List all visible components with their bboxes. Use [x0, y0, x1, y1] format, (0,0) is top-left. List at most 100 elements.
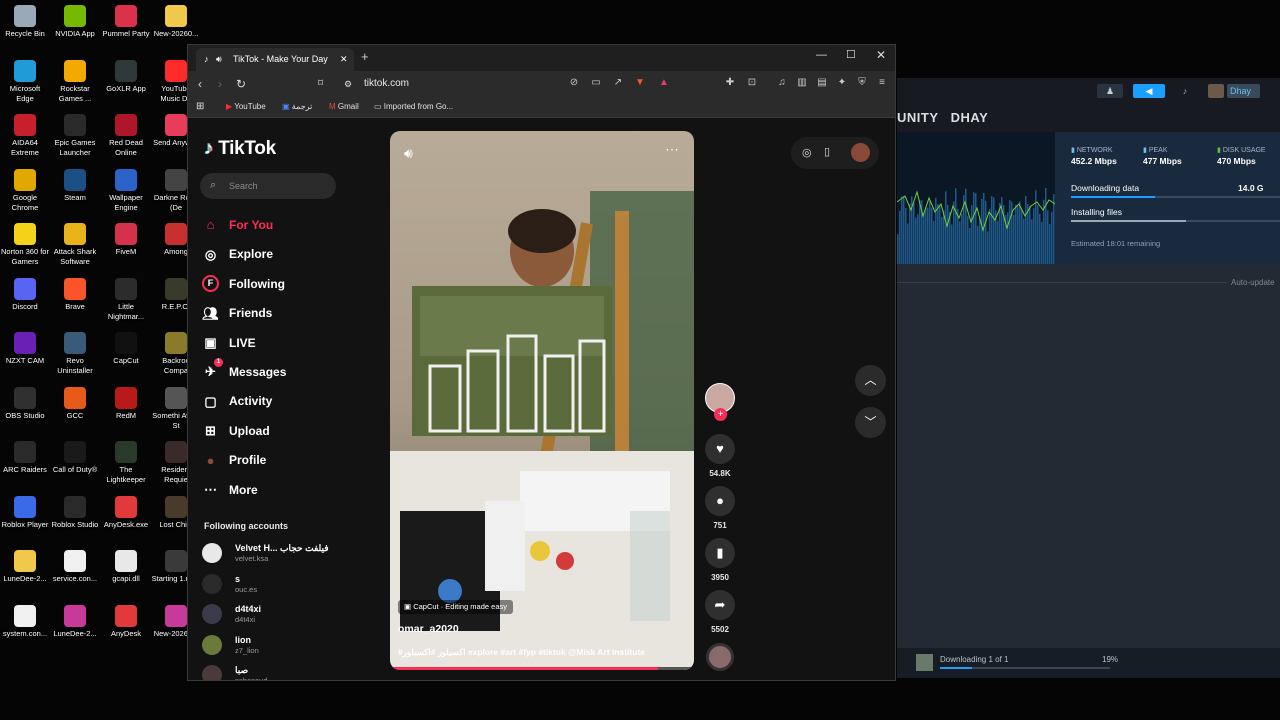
desktop-icon[interactable]: LuneDee-2...	[0, 550, 50, 584]
desktop-icon[interactable]: Pummel Party	[101, 5, 151, 39]
profile-avatar[interactable]	[851, 143, 870, 162]
sidebar-icon[interactable]: ▥	[796, 77, 808, 89]
desktop-icon[interactable]: Red Dead Online	[101, 114, 151, 158]
announcement-button[interactable]: ◀	[1133, 84, 1165, 98]
desktop-icon[interactable]: GCC	[50, 386, 100, 421]
desktop-icon[interactable]: GoXLR App	[101, 59, 151, 94]
bookmark-page-icon[interactable]: ⌑	[318, 77, 323, 91]
video-more-icon[interactable]: ⋯	[665, 141, 679, 158]
desktop-icon[interactable]: AnyDesk	[101, 604, 151, 639]
nav-activity[interactable]: ▢ Activity	[202, 390, 272, 410]
next-video-button[interactable]: ﹀	[855, 407, 886, 438]
nav-more[interactable]: ⋯ More	[202, 479, 258, 499]
minimize-button[interactable]: —	[816, 49, 827, 61]
sound-toggle-icon[interactable]: 🔊︎	[404, 145, 413, 162]
bookmark-youtube[interactable]: ▶ YouTube	[226, 97, 266, 117]
desktop-icon[interactable]: Roblox Player	[0, 495, 50, 530]
desktop-icon[interactable]: Little Nightmar...	[101, 277, 151, 322]
desktop-icon[interactable]: Attack Shark Software	[50, 223, 100, 267]
nav-friends[interactable]: 👥︎ Friends	[202, 302, 272, 322]
desktop-icon[interactable]: FiveM	[101, 223, 151, 257]
bookmark-imported-folder[interactable]: ▭ Imported from Go...	[374, 97, 453, 117]
user-menu[interactable]: Dhay	[1227, 84, 1260, 98]
tab-close-icon[interactable]: ✕	[340, 48, 348, 71]
no-tracking-icon[interactable]: ⊘	[568, 77, 580, 89]
screenshot-icon[interactable]: ⊡	[746, 77, 758, 89]
comment-button[interactable]: ● 751	[705, 486, 735, 530]
desktop-icon[interactable]: Recycle Bin	[0, 5, 50, 39]
device-icon[interactable]: ▯	[824, 145, 830, 158]
nav-profile[interactable]: ● Profile	[202, 449, 267, 469]
maximize-button[interactable]: ☐	[846, 48, 856, 61]
get-coins-icon[interactable]: ◎	[802, 146, 812, 159]
desktop-icon[interactable]: Epic Games Launcher	[50, 114, 100, 158]
desktop-icon[interactable]: Revo Uninstaller	[50, 332, 100, 376]
nav-live[interactable]: ▣ LIVE	[202, 332, 255, 352]
following-account[interactable]: s ouc.es	[202, 572, 352, 598]
menu-icon[interactable]: ≡	[876, 77, 888, 89]
apps-grid-icon[interactable]: ⊞	[196, 97, 204, 117]
extensions-icon[interactable]: ✚	[724, 77, 736, 89]
nav-upload[interactable]: ⊞ Upload	[202, 420, 270, 440]
music-disc[interactable]	[706, 643, 734, 671]
previous-video-button[interactable]: ︿	[855, 365, 886, 396]
desktop-icon[interactable]: Call of Duty®	[50, 441, 100, 475]
video-progress-track[interactable]	[390, 667, 694, 670]
share-button[interactable]: ➦ 5502	[705, 590, 735, 634]
desktop-icon[interactable]: Brave	[50, 277, 100, 312]
reload-button[interactable]: ↻	[236, 77, 246, 91]
search-input[interactable]: ⌕ Search	[200, 173, 336, 199]
desktop-icon[interactable]: Rockstar Games ...	[50, 59, 100, 104]
media-icon[interactable]: ♫	[776, 77, 788, 89]
desktop-icon[interactable]: ARC Raiders	[0, 441, 50, 475]
video-player[interactable]: 🔊︎ ⋯ ▣ CapCut · Editing made easy omar_a…	[390, 131, 694, 670]
user-avatar[interactable]	[1208, 84, 1224, 98]
desktop-icon[interactable]: AIDA64 Extreme	[0, 114, 50, 158]
desktop-icon[interactable]: Wallpaper Engine	[101, 168, 151, 213]
back-button[interactable]: ‹	[198, 77, 202, 91]
tiktok-logo[interactable]: ♪ TikTok	[204, 138, 276, 160]
brave-shields-icon[interactable]: ▼	[634, 77, 646, 89]
desktop-icon[interactable]: Roblox Studio	[50, 495, 100, 530]
follow-plus-button[interactable]: +	[714, 408, 727, 421]
vpn-icon[interactable]: ⛨	[856, 77, 868, 89]
video-author[interactable]: omar_a2020	[398, 623, 459, 635]
desktop-icon[interactable]: New-20260...	[151, 5, 201, 39]
nav-for-you[interactable]: ⌂ For You	[202, 214, 274, 234]
tab-tiktok[interactable]: ♪ 🔊︎ TikTok - Make Your Day ✕	[196, 48, 354, 71]
bookmark-gmail[interactable]: M Gmail	[329, 97, 359, 117]
cast-icon[interactable]: ▭	[590, 77, 602, 89]
capcut-tag[interactable]: ▣ CapCut · Editing made easy	[398, 600, 513, 614]
desktop-icon[interactable]: Discord	[0, 277, 50, 312]
audio-playing-icon[interactable]: 🔊︎	[216, 48, 222, 71]
new-tab-button[interactable]: +	[361, 49, 369, 64]
forward-button[interactable]: ›	[218, 77, 222, 91]
steam-nav-text[interactable]: UNITY DHAY	[897, 110, 988, 125]
notification-bell-icon[interactable]: ♪	[1175, 84, 1195, 98]
desktop-icon[interactable]: Steam	[50, 168, 100, 203]
brave-rewards-icon[interactable]: ▲	[658, 77, 670, 89]
desktop-icon[interactable]: Microsoft Edge	[0, 59, 50, 104]
site-info-icon[interactable]: ⚙	[344, 77, 352, 91]
url-field[interactable]: tiktok.com	[364, 75, 744, 93]
following-account[interactable]: d4t4xi d4t4xi	[202, 602, 352, 628]
desktop-icon[interactable]: LuneDee-2...	[50, 604, 100, 639]
share-page-icon[interactable]: ↗	[612, 77, 624, 89]
desktop-icon[interactable]: The Lightkeeper	[101, 441, 151, 485]
desktop-icon[interactable]: CapCut	[101, 332, 151, 366]
bookmark-button[interactable]: ▮ 3950	[705, 538, 735, 582]
video-caption[interactable]: #اكسيلور #اكسبلور explore #art #fyp #tik…	[398, 647, 690, 658]
desktop-icon[interactable]: system.con...	[0, 604, 50, 639]
desktop-icon[interactable]: NVIDIA App	[50, 5, 100, 39]
leo-ai-icon[interactable]: ✦	[836, 77, 848, 89]
following-account[interactable]: صبا sabasaud	[202, 663, 352, 680]
nav-explore[interactable]: ◎ Explore	[202, 243, 273, 263]
desktop-icon[interactable]: AnyDesk.exe	[101, 495, 151, 530]
bookmark-translate[interactable]: ▣ ترجمة	[282, 97, 312, 117]
wallet-icon[interactable]: ▤	[816, 77, 828, 89]
nav-following[interactable]: F Following	[202, 273, 285, 293]
desktop-icon[interactable]: OBS Studio	[0, 386, 50, 421]
close-window-button[interactable]: ✕	[876, 48, 886, 62]
desktop-icon[interactable]: Norton 360 for Gamers	[0, 223, 50, 267]
heart-button[interactable]: ♥ 54.8K	[705, 434, 735, 478]
